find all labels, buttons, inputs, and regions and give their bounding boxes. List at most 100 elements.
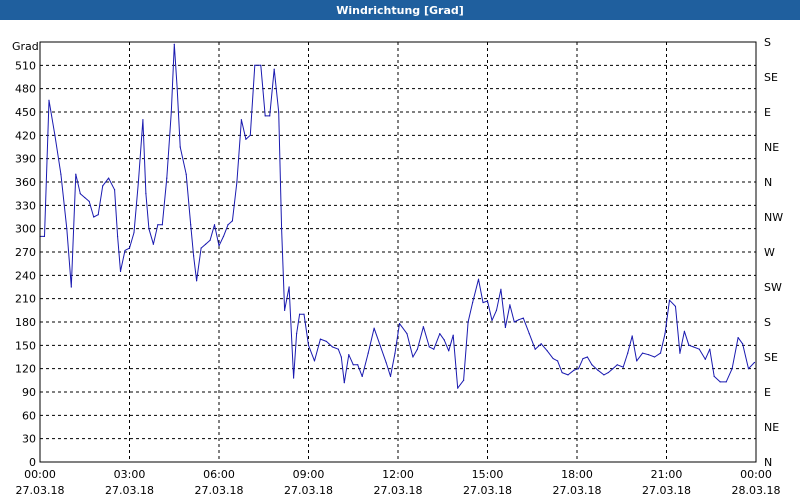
y-tick-label: 450 [15, 106, 36, 119]
data-point [48, 99, 50, 101]
data-point [379, 344, 381, 346]
data-point [93, 216, 95, 218]
data-point [145, 193, 147, 195]
x-tick-date: 27.03.18 [642, 484, 691, 497]
data-point [119, 270, 122, 273]
data-point [264, 115, 266, 117]
data-point [577, 368, 580, 370]
data-point [108, 177, 110, 179]
data-point [190, 224, 192, 226]
data-point [394, 352, 396, 354]
data-point [504, 326, 506, 329]
y-tick-label: 60 [22, 409, 36, 422]
data-point [731, 368, 733, 370]
right-tick-label: W [764, 246, 775, 259]
data-point [193, 255, 195, 257]
data-point [66, 228, 68, 230]
x-tick-time: 21:00 [651, 468, 683, 481]
data-point [753, 361, 756, 364]
data-point [648, 354, 650, 356]
right-tick-label: SE [764, 351, 778, 364]
data-point [185, 173, 187, 175]
data-point [176, 88, 178, 90]
data-point [607, 371, 609, 374]
data-point [166, 177, 168, 179]
data-point [668, 299, 671, 301]
data-point [173, 43, 175, 45]
data-point [389, 375, 392, 378]
data-point [412, 356, 414, 358]
data-point [582, 357, 584, 360]
data-point [463, 379, 465, 381]
data-point [231, 220, 234, 222]
data-point [509, 304, 511, 306]
line-chart: 0306090120150180210240270300330360390420… [12, 36, 783, 497]
right-tick-label: SW [764, 281, 782, 294]
x-tick-time: 18:00 [561, 468, 593, 481]
data-point [361, 375, 363, 378]
data-point [552, 357, 554, 360]
x-tick-time: 03:00 [114, 468, 146, 481]
data-point [337, 348, 339, 350]
data-point [357, 364, 359, 366]
x-tick-date: 27.03.18 [16, 484, 65, 497]
x-tick-time: 00:00 [740, 468, 772, 481]
right-tick-label: NE [764, 421, 779, 434]
data-point [422, 326, 424, 328]
data-point [79, 193, 81, 195]
data-point [331, 346, 333, 348]
data-point [616, 364, 618, 366]
data-point [688, 344, 690, 346]
x-tick-date: 27.03.18 [195, 484, 244, 497]
right-tick-label: NE [764, 141, 779, 154]
y-tick-label: 90 [22, 386, 36, 399]
data-point [664, 333, 666, 335]
data-point [452, 334, 454, 336]
data-point [500, 288, 502, 290]
x-tick-time: 12:00 [382, 468, 414, 481]
y-tick-label: 120 [15, 363, 36, 376]
data-point [522, 317, 524, 319]
x-tick-date: 27.03.18 [374, 484, 423, 497]
data-point [573, 369, 575, 371]
bottom-axis: 00:00 27.03.18 03:00 27.03.18 06:00 27.03.18 0… [16, 468, 781, 497]
data-point [659, 352, 662, 354]
data-point [591, 364, 593, 366]
right-tick-label: E [764, 386, 771, 399]
data-point [60, 173, 62, 175]
data-point [240, 119, 242, 121]
data-point [534, 348, 536, 350]
data-point [196, 280, 198, 282]
data-point [631, 335, 633, 337]
x-tick-time: 09:00 [293, 468, 325, 481]
data-point [433, 348, 435, 350]
data-point [340, 356, 342, 358]
chart-title-bar: Windrichtung [Grad] [0, 0, 800, 20]
right-axis: NNEESESSWWNWNNEESES [764, 36, 783, 469]
data-point [679, 352, 681, 354]
data-point [471, 301, 474, 304]
data-point [642, 352, 644, 354]
data-point [352, 364, 354, 366]
y-tick-label: 240 [15, 269, 36, 282]
data-point [70, 286, 72, 288]
data-point [482, 301, 484, 304]
x-tick-time: 06:00 [203, 468, 235, 481]
data-point [152, 243, 154, 245]
data-point [313, 360, 316, 362]
data-point [561, 371, 563, 374]
right-tick-label: N [764, 176, 772, 189]
x-tick-date: 28.03.18 [732, 484, 781, 497]
data-point [567, 374, 569, 376]
data-point [97, 214, 99, 216]
data-point [213, 224, 216, 226]
chart-title: Windrichtung [Grad] [336, 3, 464, 17]
y-tick-label: 480 [15, 83, 36, 96]
data-point [260, 64, 262, 66]
data-point [528, 333, 530, 335]
data-point [249, 134, 251, 136]
data-point [43, 235, 46, 238]
right-tick-label: NW [764, 211, 783, 224]
data-point [84, 196, 86, 199]
data-point [325, 340, 327, 343]
